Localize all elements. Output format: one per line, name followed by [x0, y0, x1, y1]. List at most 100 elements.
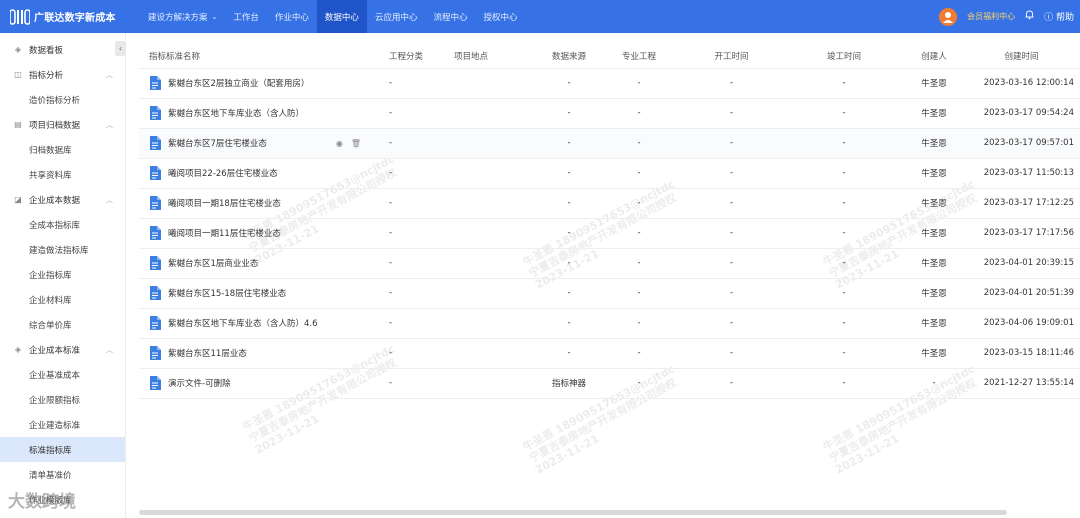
- col-header-start-time[interactable]: 开工时间: [674, 44, 789, 69]
- nav-item[interactable]: 授权中心: [475, 0, 525, 33]
- sidebar-item[interactable]: 归档数据库: [0, 137, 125, 162]
- col-header-creator[interactable]: 创建人: [899, 44, 969, 69]
- row-name-text[interactable]: 紫樾台东区15-18层住宅楼业态: [168, 287, 286, 299]
- row-actions: ◉ 🗑: [336, 139, 361, 148]
- nav-item[interactable]: 工作台: [225, 0, 267, 33]
- table-row[interactable]: 紫樾台东区地下车库业态（含人防）4.6- - - - - 牛圣恩 2023-04-06 19…: [139, 308, 1080, 339]
- cell-name[interactable]: 曦阅项目一期18层住宅楼业态: [139, 188, 389, 219]
- col-header-created-time[interactable]: 创建时间: [969, 44, 1080, 69]
- member-benefits-link[interactable]: 会员福利中心: [967, 11, 1015, 22]
- cell-name[interactable]: 曦阅项目一期11层住宅楼业态: [139, 218, 389, 249]
- cell-professional: -: [604, 278, 674, 309]
- col-header-location[interactable]: 项目地点: [454, 44, 534, 69]
- sidebar-item[interactable]: 企业建造标准: [0, 412, 125, 437]
- table-row[interactable]: 紫樾台东区7层住宅楼业态 ◉ 🗑 - - - - - 牛圣恩 2023-03-17 09:57:0…: [139, 128, 1080, 159]
- row-name-text[interactable]: 演示文件-可删除: [168, 377, 231, 389]
- document-icon: [150, 286, 161, 300]
- row-name-text[interactable]: 紫樾台东区11层业态: [168, 347, 247, 359]
- sidebar-group[interactable]: ◈ 企业成本标准 ︿: [0, 337, 125, 362]
- cell-name[interactable]: 紫樾台东区2层独立商业（配套用房）: [139, 68, 389, 99]
- cell-creator: 牛圣恩: [899, 218, 969, 249]
- sidebar-item-label: 清单基准价: [29, 470, 72, 481]
- sidebar-item[interactable]: 共享资料库: [0, 162, 125, 187]
- col-header-source[interactable]: 数据来源: [534, 44, 604, 69]
- table-row[interactable]: 紫樾台东区1层商业业态 - - - - - 牛圣恩 2023-04-01 20:39:15: [139, 248, 1080, 279]
- table-row[interactable]: 紫樾台东区11层业态 - - - - - 牛圣恩 2023-03-15 18:11:46: [139, 338, 1080, 369]
- bell-icon[interactable]: [1025, 10, 1034, 23]
- sidebar-item[interactable]: 建造做法指标库: [0, 237, 125, 262]
- cell-name[interactable]: 紫樾台东区1层商业业态: [139, 248, 389, 279]
- nav-item[interactable]: 建设方解决方案 ⌄: [140, 0, 225, 33]
- table-row[interactable]: 曦阅项目一期11层住宅楼业态 - - - - - 牛圣恩 2023-03-17 17:17:5…: [139, 218, 1080, 249]
- top-navigation-bar: 广联达数字新成本 建设方解决方案 ⌄ 工作台 作业中心 数据中心 云应用中心 流程中心 授权中…: [0, 0, 1080, 33]
- col-header-category[interactable]: 工程分类: [389, 44, 454, 69]
- table-row[interactable]: 曦阅项目一期18层住宅楼业态 - - - - - 牛圣恩 2023-03-17 17:12:2…: [139, 188, 1080, 219]
- row-name-text[interactable]: 紫樾台东区地下车库业态（含人防）: [168, 107, 304, 119]
- sidebar-item[interactable]: 企业限额指标: [0, 387, 125, 412]
- cell-category: -: [389, 338, 454, 369]
- cell-name[interactable]: 紫樾台东区7层住宅楼业态 ◉ 🗑: [139, 128, 389, 159]
- sidebar-collapse-button[interactable]: ‹: [115, 41, 126, 56]
- row-name-text[interactable]: 紫樾台东区2层独立商业（配套用房）: [168, 77, 309, 89]
- cell-category: -: [389, 158, 454, 189]
- cell-name[interactable]: 演示文件-可删除: [139, 368, 389, 399]
- cell-name[interactable]: 紫樾台东区15-18层住宅楼业态: [139, 278, 389, 309]
- cell-start-time: -: [674, 338, 789, 369]
- nav-item[interactable]: 作业中心: [267, 0, 317, 33]
- row-name-text[interactable]: 紫樾台东区7层住宅楼业态: [168, 137, 267, 149]
- nav-item[interactable]: 流程中心: [425, 0, 475, 33]
- nav-item[interactable]: 数据中心: [316, 0, 367, 33]
- cell-end-time: -: [789, 308, 899, 339]
- avatar-icon[interactable]: [939, 7, 958, 26]
- sidebar-item[interactable]: 标准指标库: [0, 437, 125, 462]
- col-header-professional[interactable]: 专业工程: [604, 44, 674, 69]
- app-logo[interactable]: 广联达数字新成本: [0, 8, 140, 26]
- row-name-text[interactable]: 曦阅项目一期18层住宅楼业态: [168, 197, 281, 209]
- col-header-end-time[interactable]: 竣工时间: [789, 44, 899, 69]
- cell-location: [454, 338, 534, 369]
- cell-category: -: [389, 68, 454, 99]
- sidebar-group[interactable]: ▤ 项目归档数据 ︿: [0, 112, 125, 137]
- cell-name[interactable]: 紫樾台东区11层业态: [139, 338, 389, 369]
- eye-icon[interactable]: ◉: [336, 139, 343, 148]
- cell-start-time: -: [674, 278, 789, 309]
- sidebar-item[interactable]: 清单基准价: [0, 462, 125, 487]
- help-button[interactable]: ⓘ 帮助: [1044, 10, 1074, 23]
- row-name-text[interactable]: 曦阅项目22-26层住宅楼业态: [168, 167, 278, 179]
- layers-icon: ◈: [14, 345, 22, 354]
- table-row[interactable]: 曦阅项目22-26层住宅楼业态 - - - - - 牛圣恩 2023-03-17 11:50:…: [139, 158, 1080, 189]
- row-name-text[interactable]: 曦阅项目一期11层住宅楼业态: [168, 227, 281, 239]
- row-name-text[interactable]: 紫樾台东区地下车库业态（含人防）4.6: [168, 317, 318, 329]
- cell-name[interactable]: 紫樾台东区地下车库业态（含人防）: [139, 98, 389, 129]
- cell-source: -: [534, 188, 604, 219]
- trash-icon[interactable]: 🗑: [351, 139, 361, 148]
- cell-end-time: -: [789, 188, 899, 219]
- name-cell-wrap: 紫樾台东区7层住宅楼业态 ◉ 🗑: [149, 136, 389, 150]
- horizontal-scrollbar[interactable]: [139, 510, 1007, 515]
- cell-end-time: -: [789, 368, 899, 399]
- cell-source: -: [534, 248, 604, 279]
- sidebar-item[interactable]: 企业材料库: [0, 287, 125, 312]
- sidebar-item[interactable]: 企业基准成本: [0, 362, 125, 387]
- sidebar-group[interactable]: ◪ 企业成本数据 ︿: [0, 187, 125, 212]
- cell-created-time: 2023-03-17 17:17:56: [969, 218, 1080, 249]
- sidebar-item[interactable]: 全成本指标库: [0, 212, 125, 237]
- table-row[interactable]: 紫樾台东区地下车库业态（含人防） - - - - - 牛圣恩 2023-03-17 09:54…: [139, 98, 1080, 129]
- cell-name[interactable]: 曦阅项目22-26层住宅楼业态: [139, 158, 389, 189]
- sidebar-item[interactable]: 企业指标库: [0, 262, 125, 287]
- nav-item[interactable]: 云应用中心: [367, 0, 426, 33]
- row-name-text[interactable]: 紫樾台东区1层商业业态: [168, 257, 258, 269]
- sidebar-group[interactable]: ◫ 指标分析 ︿: [0, 62, 125, 87]
- cell-category: -: [389, 218, 454, 249]
- sidebar-item[interactable]: 造价指标分析: [0, 87, 125, 112]
- cell-end-time: -: [789, 278, 899, 309]
- cell-start-time: -: [674, 158, 789, 189]
- sidebar-item[interactable]: 综合单价库: [0, 312, 125, 337]
- table-row[interactable]: 演示文件-可删除 - 指标神器 - - - -2021-12-27 13:55:14: [139, 368, 1080, 399]
- table-row[interactable]: 紫樾台东区15-18层住宅楼业态 - - - - - 牛圣恩 2023-04-01 20:51…: [139, 278, 1080, 309]
- trend-icon: ◪: [14, 195, 22, 204]
- cell-name[interactable]: 紫樾台东区地下车库业态（含人防）4.6: [139, 308, 389, 339]
- table-row[interactable]: 紫樾台东区2层独立商业（配套用房） - - - - - 牛圣恩 2023-03-16 12:0…: [139, 68, 1080, 99]
- col-header-name[interactable]: 指标标准名称: [139, 44, 389, 69]
- sidebar-group[interactable]: ◈ 数据看板: [0, 37, 125, 62]
